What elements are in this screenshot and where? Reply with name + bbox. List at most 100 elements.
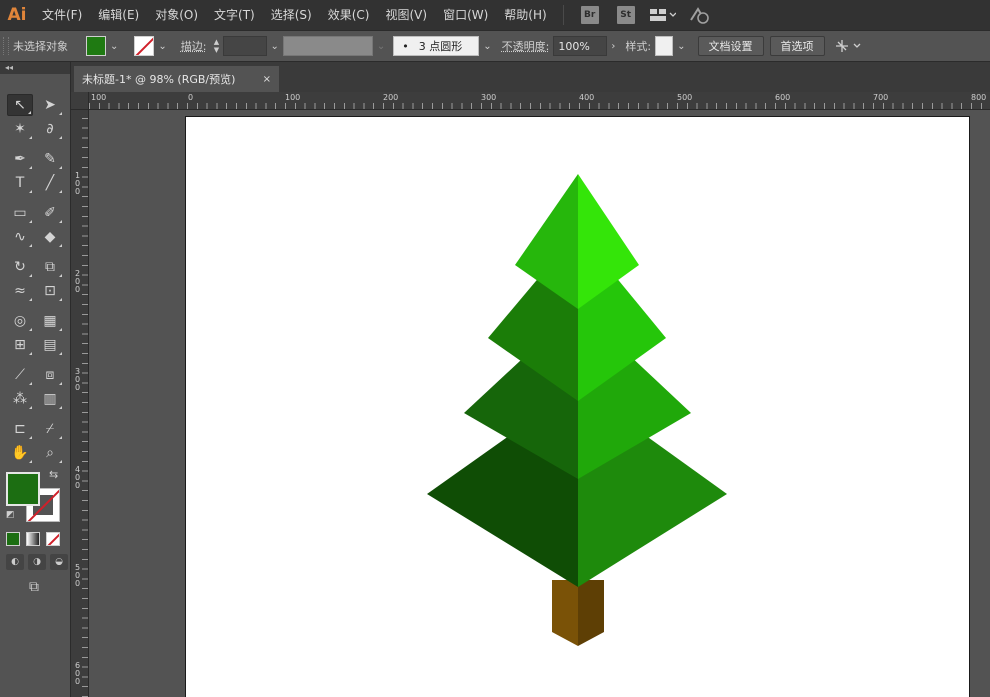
menu-type[interactable]: 文字(T) bbox=[206, 0, 263, 30]
tree-trunk-right-face[interactable] bbox=[578, 580, 604, 646]
stroke-label[interactable]: 描边: bbox=[181, 38, 207, 54]
mesh-tool[interactable]: ⊞ bbox=[7, 334, 33, 356]
control-bar-grip[interactable] bbox=[3, 37, 9, 55]
artboard[interactable] bbox=[185, 116, 970, 697]
draw-normal-button[interactable]: ◐ bbox=[6, 554, 24, 570]
opacity-input[interactable]: 100% bbox=[553, 36, 608, 56]
opacity-arrow-icon[interactable]: › bbox=[611, 41, 615, 52]
slice-tool[interactable]: ⌿ bbox=[37, 418, 63, 440]
close-icon[interactable]: × bbox=[263, 74, 271, 85]
rectangle-tool[interactable]: ▭ bbox=[7, 202, 33, 224]
brush-definition-field[interactable]: • 3 点圆形 bbox=[393, 36, 480, 56]
shape-builder-tool[interactable]: ◎ bbox=[7, 310, 33, 332]
type-tool[interactable]: T bbox=[7, 172, 33, 194]
tool-group-gap bbox=[7, 250, 63, 254]
tools-collapse-icon[interactable]: ◂◂ bbox=[0, 62, 70, 74]
shaper-tool[interactable]: ∿ bbox=[7, 226, 33, 248]
stroke-weight-stepper[interactable]: ▲ ▼ bbox=[211, 36, 223, 56]
swap-fill-stroke-icon[interactable]: ⇆ bbox=[49, 468, 58, 481]
menu-select[interactable]: 选择(S) bbox=[263, 0, 320, 30]
paintbrush-tool[interactable]: ✐ bbox=[37, 202, 63, 224]
menu-edit[interactable]: 编辑(E) bbox=[90, 0, 147, 30]
stock-button[interactable]: St bbox=[616, 6, 635, 24]
tool-group-gap bbox=[7, 142, 63, 146]
variable-width-profile[interactable] bbox=[282, 36, 373, 56]
width-tool[interactable]: ≈ bbox=[7, 280, 33, 302]
opacity-label[interactable]: 不透明度: bbox=[502, 38, 550, 54]
gradient-tool[interactable]: ▤ bbox=[37, 334, 63, 356]
graphic-style-swatch[interactable] bbox=[655, 36, 674, 56]
brush-chevron-icon[interactable]: ⌄ bbox=[483, 41, 491, 52]
color-mode-button[interactable] bbox=[6, 532, 20, 546]
bridge-button[interactable]: Br bbox=[580, 6, 599, 24]
pen-tool[interactable]: ✒ bbox=[7, 148, 33, 170]
document-setup-button[interactable]: 文档设置 bbox=[697, 36, 764, 56]
menu-window[interactable]: 窗口(W) bbox=[435, 0, 496, 30]
default-fill-stroke-icon[interactable]: ◩ bbox=[6, 510, 15, 520]
menu-view[interactable]: 视图(V) bbox=[377, 0, 435, 30]
line-tool[interactable]: ╱ bbox=[37, 172, 63, 194]
fill-stroke-controls: ⇆ ◩ bbox=[6, 468, 62, 526]
symbol-sprayer-tool[interactable]: ⁂ bbox=[7, 388, 33, 410]
rotate-tool[interactable]: ↻ bbox=[7, 256, 33, 278]
canvas[interactable] bbox=[89, 110, 990, 697]
magic-wand-tool[interactable]: ✶ bbox=[7, 118, 33, 140]
sync-icon[interactable] bbox=[688, 6, 710, 24]
illustrator-logo: Ai bbox=[7, 5, 27, 25]
ruler-label: 200 bbox=[383, 93, 399, 102]
menu-object[interactable]: 对象(O) bbox=[147, 0, 206, 30]
menu-help[interactable]: 帮助(H) bbox=[496, 0, 554, 30]
ruler-label: 500 bbox=[75, 563, 81, 588]
profile-chevron-icon[interactable]: ⌄ bbox=[377, 41, 385, 52]
zoom-tool[interactable]: ⌕ bbox=[37, 442, 63, 464]
column-graph-tool[interactable]: ▥ bbox=[37, 388, 63, 410]
control-bar: 未选择对象 ⌄ ⌄ 描边: ▲ ▼ ⌄ ⌄ • 3 点圆形 ⌄ 不透明度: 100… bbox=[0, 30, 990, 62]
none-mode-button[interactable] bbox=[46, 532, 60, 546]
style-chevron-icon[interactable]: ⌄ bbox=[677, 41, 685, 52]
ruler-label: 400 bbox=[75, 465, 81, 490]
ruler-origin[interactable] bbox=[71, 92, 89, 110]
ruler-label: 100 bbox=[91, 93, 107, 102]
fill-swatch[interactable] bbox=[86, 36, 106, 56]
screen-mode-icon[interactable]: ⧉ bbox=[22, 578, 46, 596]
fill-color-box[interactable] bbox=[6, 472, 40, 506]
selection-tool[interactable]: ↖ bbox=[7, 94, 33, 116]
tree-artwork[interactable] bbox=[186, 117, 971, 697]
draw-behind-button[interactable]: ◑ bbox=[28, 554, 46, 570]
document-tab[interactable]: 未标题-1* @ 98% (RGB/预览) × bbox=[74, 66, 279, 92]
stroke-weight-input[interactable] bbox=[222, 36, 267, 56]
horizontal-ruler[interactable]: 100 0 100 200 300 400 500 600 700 800 bbox=[89, 92, 990, 110]
fill-dropdown-chevron-icon[interactable]: ⌄ bbox=[110, 41, 118, 52]
free-transform-tool[interactable]: ⊡ bbox=[37, 280, 63, 302]
tree-trunk-left-face[interactable] bbox=[552, 580, 578, 646]
lasso-tool[interactable]: ∂ bbox=[37, 118, 63, 140]
ruler-label: 800 bbox=[971, 93, 987, 102]
curvature-tool[interactable]: ✎ bbox=[37, 148, 63, 170]
gradient-mode-button[interactable] bbox=[26, 532, 40, 546]
perspective-grid-tool[interactable]: ▦ bbox=[37, 310, 63, 332]
workspace-layout-icon[interactable] bbox=[649, 8, 676, 22]
eyedropper-tool[interactable]: ⟋ bbox=[7, 364, 33, 386]
menu-file[interactable]: 文件(F) bbox=[34, 0, 90, 30]
ruler-label: 500 bbox=[677, 93, 693, 102]
vertical-ruler[interactable]: 100 200 300 400 500 600 bbox=[71, 110, 89, 697]
color-mode-row bbox=[6, 532, 70, 546]
ruler-ticks-vertical bbox=[82, 110, 88, 697]
artboard-tool[interactable]: ⊏ bbox=[7, 418, 33, 440]
stroke-weight-chevron-icon[interactable]: ⌄ bbox=[271, 41, 279, 52]
stroke-swatch[interactable] bbox=[134, 36, 155, 56]
ruler-label: 300 bbox=[75, 367, 81, 392]
blend-tool[interactable]: ⧈ bbox=[37, 364, 63, 386]
draw-inside-button[interactable]: ◒ bbox=[50, 554, 68, 570]
preferences-button[interactable]: 首选项 bbox=[769, 36, 825, 56]
brush-value: 3 点圆形 bbox=[418, 40, 463, 53]
arrange-documents-icon[interactable] bbox=[834, 39, 864, 53]
scale-tool[interactable]: ⧉ bbox=[37, 256, 63, 278]
ruler-label: 0 bbox=[188, 93, 194, 102]
menu-effect[interactable]: 效果(C) bbox=[320, 0, 378, 30]
direct-selection-tool[interactable]: ➤ bbox=[37, 94, 63, 116]
stroke-dropdown-chevron-icon[interactable]: ⌄ bbox=[158, 41, 166, 52]
hand-tool[interactable]: ✋ bbox=[7, 442, 33, 464]
document-tab-bar: 未标题-1* @ 98% (RGB/预览) × bbox=[71, 62, 990, 92]
eraser-tool[interactable]: ◆ bbox=[37, 226, 63, 248]
